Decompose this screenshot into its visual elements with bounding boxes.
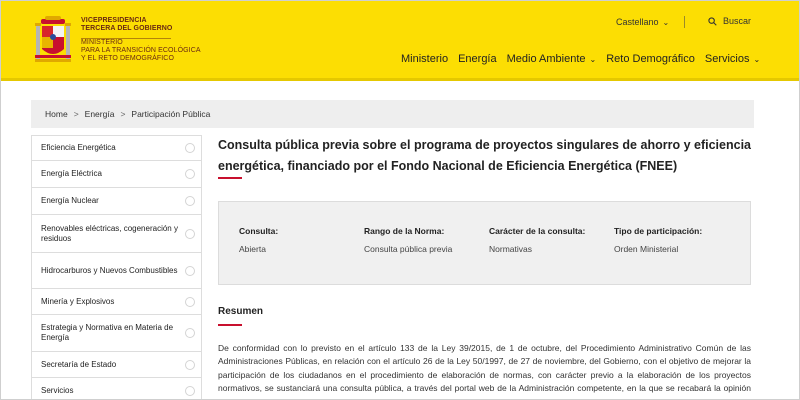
- consultation-info-box: Consulta: Abierta Rango de la Norma: Con…: [218, 201, 751, 285]
- info-rango: Rango de la Norma: Consulta pública prev…: [364, 226, 452, 254]
- sidebar-item-label: Energía Eléctrica: [41, 169, 102, 178]
- nav-energia[interactable]: Energía: [458, 53, 497, 65]
- sidebar-item-estrategia[interactable]: Estrategia y Normativa en Materia de Ene…: [32, 315, 201, 352]
- sidebar-item-label: Hidrocarburos y Nuevos Combustibles: [41, 265, 178, 275]
- sidebar-item-label: Renovables eléctricas, cogeneración y re…: [41, 223, 178, 243]
- info-label: Consulta:: [239, 226, 279, 236]
- nav-label: Medio Ambiente: [506, 53, 586, 65]
- breadcrumb-separator-icon: >: [120, 109, 126, 119]
- nav-label: Ministerio: [401, 53, 449, 65]
- expand-circle-icon[interactable]: [185, 169, 195, 179]
- sidebar-item-servicios[interactable]: Servicios: [32, 378, 201, 399]
- info-label: Carácter de la consulta:: [489, 226, 586, 236]
- ministry-line3: Y EL RETO DEMOGRÁFICO: [81, 55, 174, 62]
- info-value: Consulta pública previa: [364, 244, 453, 254]
- page-frame: VICEPRESIDENCIA TERCERA DEL GOBIERNO MIN…: [0, 0, 800, 400]
- info-label: Tipo de participación:: [614, 226, 703, 236]
- nav-ministerio[interactable]: Ministerio: [401, 53, 448, 65]
- nav-reto-demografico[interactable]: Reto Demográfico: [606, 53, 695, 65]
- expand-circle-icon[interactable]: [185, 143, 195, 153]
- nav-servicios[interactable]: Servicios ⌄: [705, 53, 760, 65]
- expand-circle-icon[interactable]: [185, 386, 195, 396]
- header-separator: [684, 16, 685, 28]
- ministry-name: MINISTERIO PARA LA TRANSICIÓN ECOLÓGICA …: [81, 39, 201, 63]
- breadcrumb-current: Participación Pública: [131, 109, 211, 119]
- nav-label: Energía: [458, 53, 497, 65]
- breadcrumb-energia[interactable]: Energía: [85, 109, 115, 119]
- language-label: Castellano: [616, 17, 659, 27]
- coat-of-arms-logo[interactable]: [33, 15, 73, 67]
- nav-medio-ambiente[interactable]: Medio Ambiente ⌄: [507, 53, 597, 65]
- gov-line2: TERCERA DEL GOBIERNO: [81, 25, 173, 32]
- sidebar-item-eficiencia[interactable]: Eficiencia Energética: [32, 135, 201, 161]
- info-consulta: Consulta: Abierta: [239, 226, 278, 254]
- nav-label: Servicios: [704, 53, 750, 65]
- sidebar-item-label: Eficiencia Energética: [41, 143, 116, 152]
- expand-circle-icon[interactable]: [185, 265, 195, 276]
- sidebar-item-label: Energía Nuclear: [41, 196, 99, 205]
- government-name: VICEPRESIDENCIA TERCERA DEL GOBIERNO MIN…: [81, 17, 201, 63]
- ministry-line1: MINISTERIO: [81, 39, 123, 46]
- title-underline: [218, 177, 242, 179]
- info-value: Normativas: [489, 244, 532, 254]
- ministry-line2: PARA LA TRANSICIÓN ECOLÓGICA: [81, 47, 201, 54]
- resumen-heading: Resumen: [218, 306, 264, 317]
- info-caracter: Carácter de la consulta: Normativas: [489, 226, 585, 254]
- search-button[interactable]: Buscar: [708, 16, 751, 26]
- expand-circle-icon[interactable]: [185, 296, 195, 307]
- expand-circle-icon[interactable]: [185, 328, 195, 338]
- sidebar-item-renovables[interactable]: Renovables eléctricas, cogeneración y re…: [32, 215, 201, 253]
- info-value: Orden Ministerial: [614, 244, 679, 254]
- chevron-down-icon: ⌄: [662, 18, 670, 27]
- breadcrumb: Home > Energía > Participación Pública: [31, 100, 754, 128]
- header-divider: [81, 38, 171, 39]
- info-value: Abierta: [239, 244, 266, 254]
- info-tipo: Tipo de participación: Orden Ministerial: [614, 226, 702, 254]
- sidebar-item-label: Minería y Explosivos: [41, 296, 115, 306]
- gov-line1: VICEPRESIDENCIA: [81, 17, 147, 24]
- site-header: VICEPRESIDENCIA TERCERA DEL GOBIERNO MIN…: [1, 1, 799, 81]
- breadcrumb-home[interactable]: Home: [45, 109, 68, 119]
- chevron-down-icon: ⌄: [753, 54, 761, 64]
- sidebar-item-nuclear[interactable]: Energía Nuclear: [32, 188, 201, 215]
- sidebar-item-label: Servicios: [41, 386, 74, 395]
- search-label: Buscar: [723, 16, 752, 26]
- sidebar-item-electrica[interactable]: Energía Eléctrica: [32, 161, 201, 188]
- sidebar-item-secretaria[interactable]: Secretaría de Estado: [32, 352, 201, 378]
- sidebar-menu: Eficiencia Energética Energía Eléctrica …: [31, 135, 202, 399]
- language-selector[interactable]: Castellano ⌄: [616, 17, 669, 27]
- sidebar-item-label: Estrategia y Normativa en Materia de Ene…: [41, 323, 174, 342]
- chevron-down-icon: ⌄: [589, 54, 597, 64]
- page-title: Consulta pública previa sobre el program…: [218, 138, 751, 173]
- resumen-text: De conformidad con lo previsto en el art…: [218, 343, 751, 399]
- search-icon: [708, 16, 717, 26]
- resumen-underline: [218, 324, 242, 326]
- sidebar-item-label: Secretaría de Estado: [41, 359, 117, 369]
- main-nav: Ministerio Energía Medio Ambiente ⌄ Reto …: [401, 53, 770, 65]
- expand-circle-icon[interactable]: [185, 196, 195, 206]
- expand-circle-icon[interactable]: [185, 359, 195, 370]
- sidebar-item-mineria[interactable]: Minería y Explosivos: [32, 289, 201, 315]
- info-label: Rango de la Norma:: [364, 226, 445, 236]
- nav-label: Reto Demográfico: [606, 53, 695, 65]
- sidebar-item-hidrocarburos[interactable]: Hidrocarburos y Nuevos Combustibles: [32, 253, 201, 289]
- breadcrumb-separator-icon: >: [73, 109, 79, 119]
- expand-circle-icon[interactable]: [185, 228, 195, 239]
